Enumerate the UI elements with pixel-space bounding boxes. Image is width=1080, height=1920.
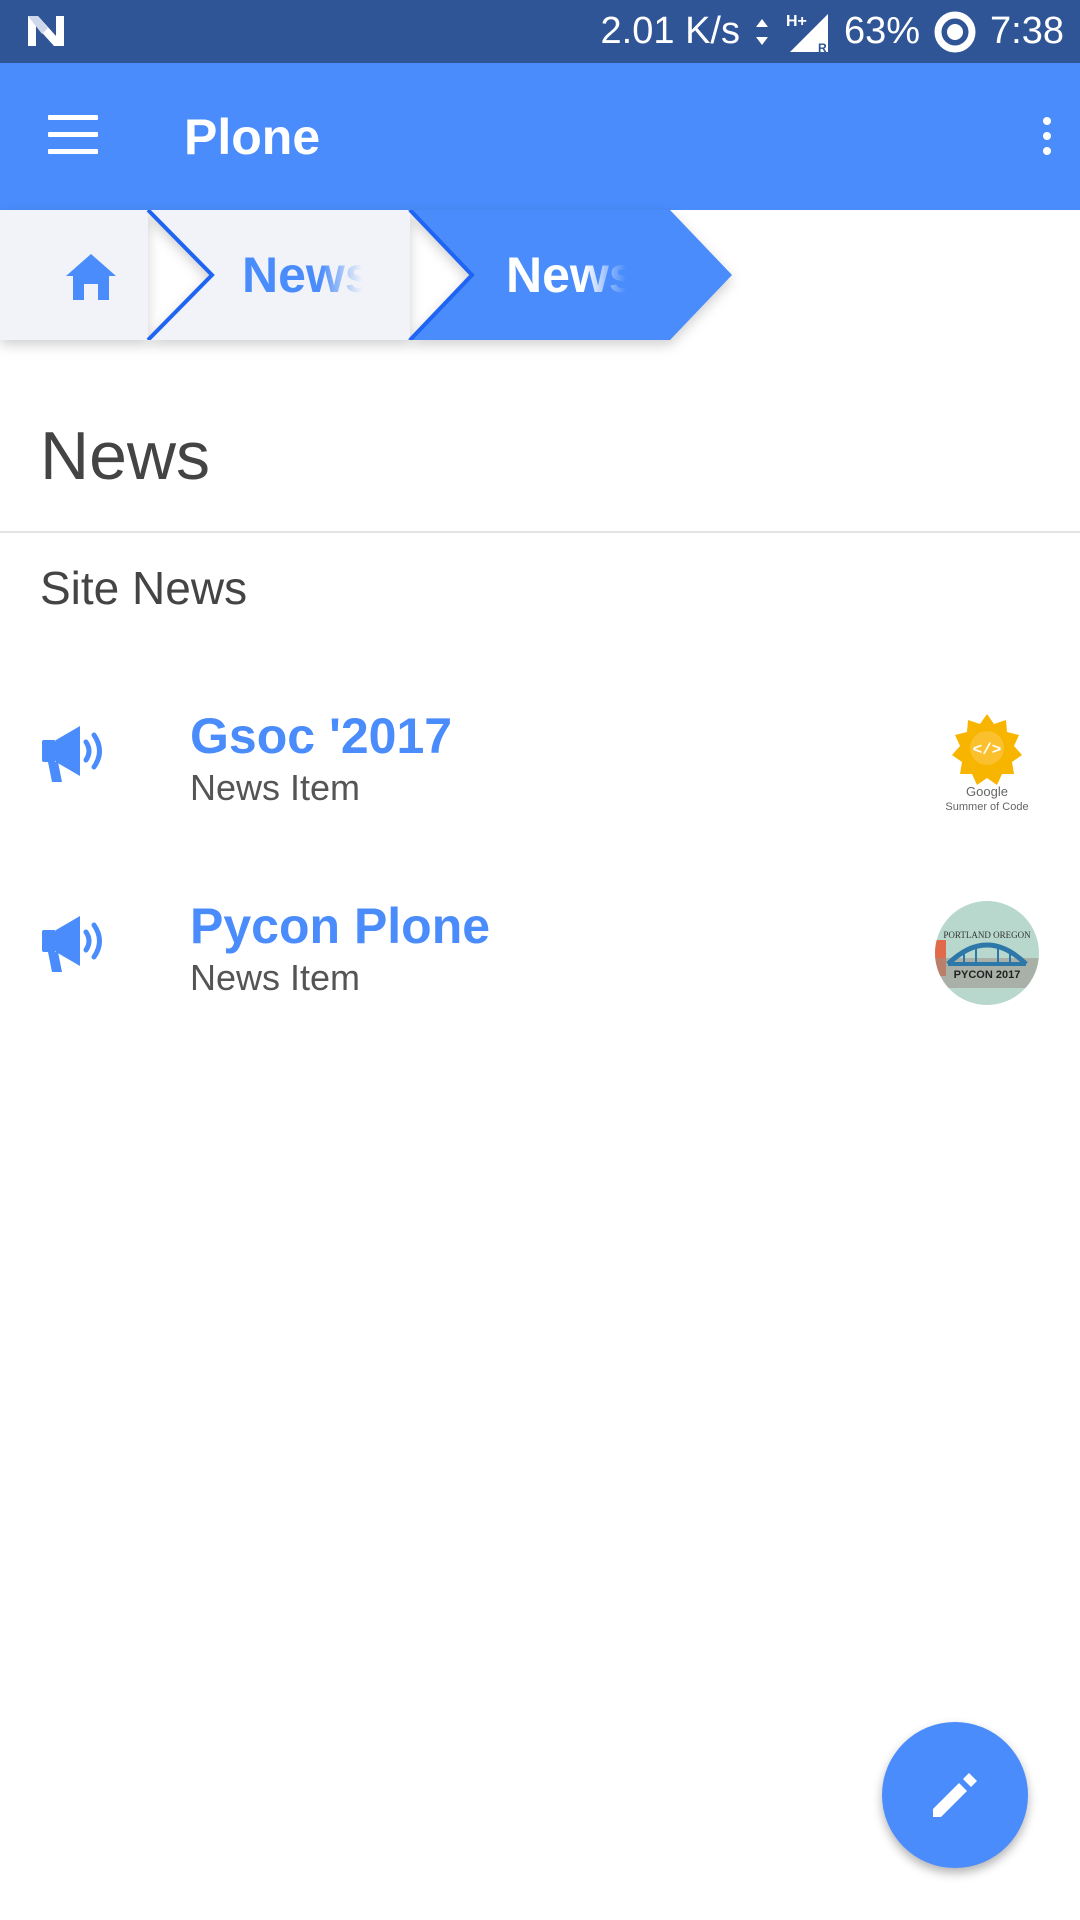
pycon-thumb-subtext: PYCON 2017	[954, 969, 1021, 981]
news-list-item[interactable]: Gsoc '2017 News Item </> Google Summer o…	[0, 676, 1080, 826]
app-title: Plone	[184, 109, 321, 165]
net-speed: 2.01 K/s	[600, 10, 740, 52]
svg-text:</>: </>	[973, 741, 1002, 759]
news-item-type: News Item	[190, 957, 361, 998]
status-bar: 2.01 K/s H+ R 63% 7:38	[0, 0, 1080, 63]
home-icon	[66, 254, 116, 300]
news-item-title: Gsoc '2017	[190, 708, 453, 764]
edit-pencil-icon	[933, 1773, 977, 1817]
svg-text:R: R	[818, 41, 827, 54]
svg-text:H+: H+	[786, 13, 807, 30]
breadcrumb-item-news-current[interactable]: News	[408, 210, 738, 340]
page-title: News	[40, 418, 211, 494]
news-list-item[interactable]: Pycon Plone News Item PORTLAND OREGON PY…	[0, 866, 1080, 1016]
megaphone-icon	[42, 726, 102, 782]
edit-fab-button[interactable]	[882, 1722, 1028, 1868]
notification-n-icon	[28, 16, 64, 46]
gsoc-thumb-subtext: Summer of Code	[945, 801, 1028, 813]
breadcrumb-item-label: News	[242, 247, 362, 303]
menu-icon[interactable]	[48, 115, 98, 155]
breadcrumb-item-news-parent[interactable]: News	[146, 210, 416, 340]
gsoc-thumb-text: Google	[966, 784, 1008, 799]
breadcrumb-home[interactable]	[0, 210, 150, 340]
section-title: Site News	[40, 562, 248, 614]
signal-h-plus-icon: H+ R	[786, 13, 828, 54]
news-item-title: Pycon Plone	[190, 898, 491, 954]
battery-percent: 63%	[843, 10, 921, 52]
data-arrows-icon	[755, 18, 768, 45]
app-bar: Plone	[0, 63, 1080, 210]
breadcrumb-item-label: News	[506, 247, 626, 303]
breadcrumb: News News	[0, 210, 740, 340]
more-vert-icon[interactable]	[1040, 117, 1052, 157]
megaphone-icon	[42, 916, 102, 972]
pycon-thumb-text: PORTLAND OREGON	[943, 930, 1031, 940]
gsoc-logo-thumbnail: </> Google Summer of Code	[945, 714, 1029, 813]
clock: 7:38	[990, 10, 1064, 52]
news-item-type: News Item	[190, 767, 361, 808]
divider	[0, 531, 1080, 533]
battery-icon	[934, 11, 976, 52]
pycon-logo-thumbnail: PORTLAND OREGON PYCON 2017	[935, 901, 1039, 1005]
